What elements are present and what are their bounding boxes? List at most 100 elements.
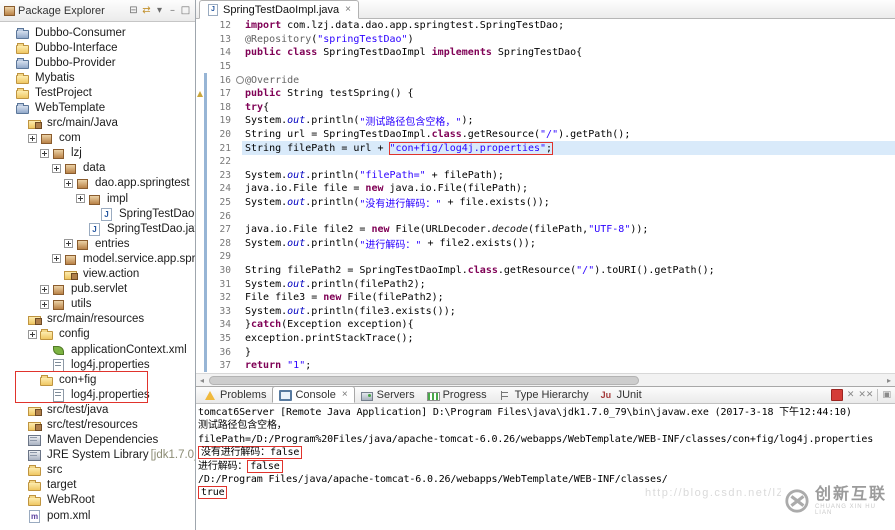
- tree-item[interactable]: pub.servlet: [0, 282, 195, 297]
- tree-item[interactable]: utils: [0, 297, 195, 312]
- tree-item[interactable]: TestProject: [0, 85, 195, 100]
- tree-item[interactable]: con+fig: [0, 372, 195, 387]
- code-line[interactable]: 18 try{: [196, 101, 895, 115]
- code-line[interactable]: 22: [196, 155, 895, 169]
- code-line[interactable]: 23 System.out.println("filePath=" + file…: [196, 169, 895, 183]
- code-line[interactable]: 13@Repository("springTestDao"): [196, 33, 895, 47]
- code-line[interactable]: 37 return "1";: [196, 359, 895, 373]
- tree-item[interactable]: src: [0, 463, 195, 478]
- tree-item[interactable]: impl: [0, 191, 195, 206]
- tree-item[interactable]: log4j.properties: [0, 387, 195, 402]
- expand-handle-icon[interactable]: [64, 239, 73, 248]
- expand-handle-icon[interactable]: [40, 300, 49, 309]
- code-line[interactable]: 36 }: [196, 345, 895, 359]
- editor-horizontal-scrollbar[interactable]: ◂ ▸: [196, 373, 895, 386]
- code-line[interactable]: 31 System.out.println(filePath2);: [196, 277, 895, 291]
- expand-handle-icon[interactable]: [40, 149, 49, 158]
- tree-item[interactable]: config: [0, 327, 195, 342]
- scroll-left-arrow-icon[interactable]: ◂: [196, 375, 208, 386]
- tree-item[interactable]: Dubbo-Provider: [0, 55, 195, 70]
- code-line[interactable]: 12import com.lzj.data.dao.app.springtest…: [196, 19, 895, 33]
- code-line[interactable]: 16 @Override: [196, 73, 895, 87]
- maximize-icon[interactable]: □: [179, 5, 192, 16]
- code-line[interactable]: 26: [196, 209, 895, 223]
- console-tab-progress[interactable]: Progress: [421, 387, 493, 403]
- code-line[interactable]: 24 java.io.File file = new java.io.File(…: [196, 182, 895, 196]
- console-tab-type-hierarchy[interactable]: Type Hierarchy: [493, 387, 595, 403]
- expand-handle-icon[interactable]: [28, 330, 37, 339]
- tree-item[interactable]: entries: [0, 236, 195, 251]
- tree-item[interactable]: JRE System Library [jdk1.7.0_79]: [0, 448, 195, 463]
- tree-item[interactable]: Dubbo-Consumer: [0, 25, 195, 40]
- link-with-editor-icon[interactable]: ⇄: [140, 5, 153, 16]
- code-line[interactable]: 17 public String testSpring() {: [196, 87, 895, 101]
- tree-item-label: Dubbo-Consumer: [33, 27, 128, 39]
- expand-handle-icon[interactable]: [40, 285, 49, 294]
- code-line[interactable]: 32 File file3 = new File(filePath2);: [196, 291, 895, 305]
- close-tab-icon[interactable]: ×: [342, 389, 348, 400]
- tree-item[interactable]: src/main/Java: [0, 116, 195, 131]
- pin-console-icon[interactable]: ▣: [882, 390, 891, 400]
- tree-item[interactable]: lzj: [0, 146, 195, 161]
- view-menu-icon[interactable]: ▾: [153, 5, 166, 16]
- expand-handle-icon[interactable]: [64, 179, 73, 188]
- console-tab-junit[interactable]: JUnit: [595, 387, 648, 403]
- tree-item[interactable]: src/main/resources: [0, 312, 195, 327]
- code-line[interactable]: 30 String filePath2 = SpringTestDaoImpl.…: [196, 264, 895, 278]
- code-editor[interactable]: 12import com.lzj.data.dao.app.springtest…: [196, 19, 895, 373]
- tree-item[interactable]: view.action: [0, 267, 195, 282]
- code-line[interactable]: 14public class SpringTestDaoImpl impleme…: [196, 46, 895, 60]
- tree-item-label: config: [57, 328, 92, 340]
- code-line[interactable]: 19 System.out.println("测试路径包含空格，");: [196, 114, 895, 128]
- scrollbar-thumb[interactable]: [209, 376, 639, 385]
- console-tab-console[interactable]: Console×: [272, 386, 354, 403]
- tree-item[interactable]: com: [0, 131, 195, 146]
- tree-item[interactable]: pom.xml: [0, 508, 195, 523]
- tree-item-label: log4j.properties: [69, 389, 152, 401]
- collapse-all-icon[interactable]: ⊟: [127, 5, 140, 16]
- tree-item[interactable]: WebRoot: [0, 493, 195, 508]
- terminate-icon[interactable]: [831, 389, 843, 401]
- code-line[interactable]: 27 java.io.File file2 = new File(URLDeco…: [196, 223, 895, 237]
- fold-column: [235, 345, 245, 359]
- tree-item[interactable]: log4j.properties: [0, 357, 195, 372]
- expand-handle-icon[interactable]: [28, 134, 37, 143]
- code-line[interactable]: 21 String filePath = url + "con+fig/log4…: [196, 141, 895, 155]
- expand-handle-icon[interactable]: [52, 254, 61, 263]
- expand-handle-icon[interactable]: [76, 194, 85, 203]
- tree-item[interactable]: Dubbo-Interface: [0, 40, 195, 55]
- line-number: 20: [207, 129, 235, 140]
- tree-item[interactable]: WebTemplate: [0, 100, 195, 115]
- code-line[interactable]: 33 System.out.println(file3.exists());: [196, 304, 895, 318]
- tree-item[interactable]: target: [0, 478, 195, 493]
- code-line[interactable]: 34 }catch(Exception exception){: [196, 318, 895, 332]
- close-tab-icon[interactable]: ×: [345, 4, 351, 15]
- tree-item[interactable]: model.service.app.spring: [0, 251, 195, 266]
- console-tab-problems[interactable]: Problems: [198, 387, 272, 403]
- tree-item[interactable]: Maven Dependencies: [0, 433, 195, 448]
- tree-item[interactable]: dao.app.springtest: [0, 176, 195, 191]
- expand-handle-icon[interactable]: [52, 164, 61, 173]
- code-text: System.out.println("进行解码：" + file2.exist…: [245, 237, 895, 251]
- code-line[interactable]: 28 System.out.println("进行解码：" + file2.ex…: [196, 237, 895, 251]
- tree-item[interactable]: SpringTestDao.java: [0, 221, 195, 236]
- editor-tab[interactable]: SpringTestDaoImpl.java ×: [199, 0, 359, 19]
- console-tab-servers[interactable]: Servers: [355, 387, 421, 403]
- code-line[interactable]: 15: [196, 60, 895, 74]
- scroll-right-arrow-icon[interactable]: ▸: [883, 375, 895, 386]
- tree-item[interactable]: src/test/resources: [0, 417, 195, 432]
- tree-item[interactable]: SpringTestDaoIm: [0, 206, 195, 221]
- tree-item[interactable]: data: [0, 161, 195, 176]
- code-line[interactable]: 29: [196, 250, 895, 264]
- code-line[interactable]: 20 String url = SpringTestDaoImpl.class.…: [196, 128, 895, 142]
- tree-item[interactable]: src/test/java: [0, 402, 195, 417]
- minimize-icon[interactable]: –: [166, 5, 179, 16]
- code-line[interactable]: 25 System.out.println("没有进行解码：" + file.e…: [196, 196, 895, 210]
- tree-item[interactable]: Mybatis: [0, 70, 195, 85]
- code-line[interactable]: 35 exception.printStackTrace();: [196, 332, 895, 346]
- code-token: class: [287, 47, 317, 58]
- console-line: 测试路径包含空格，: [198, 419, 895, 432]
- remove-launch-icon[interactable]: ✕: [847, 390, 855, 400]
- tree-item[interactable]: applicationContext.xml: [0, 342, 195, 357]
- remove-all-launches-icon[interactable]: ✕✕: [858, 390, 873, 400]
